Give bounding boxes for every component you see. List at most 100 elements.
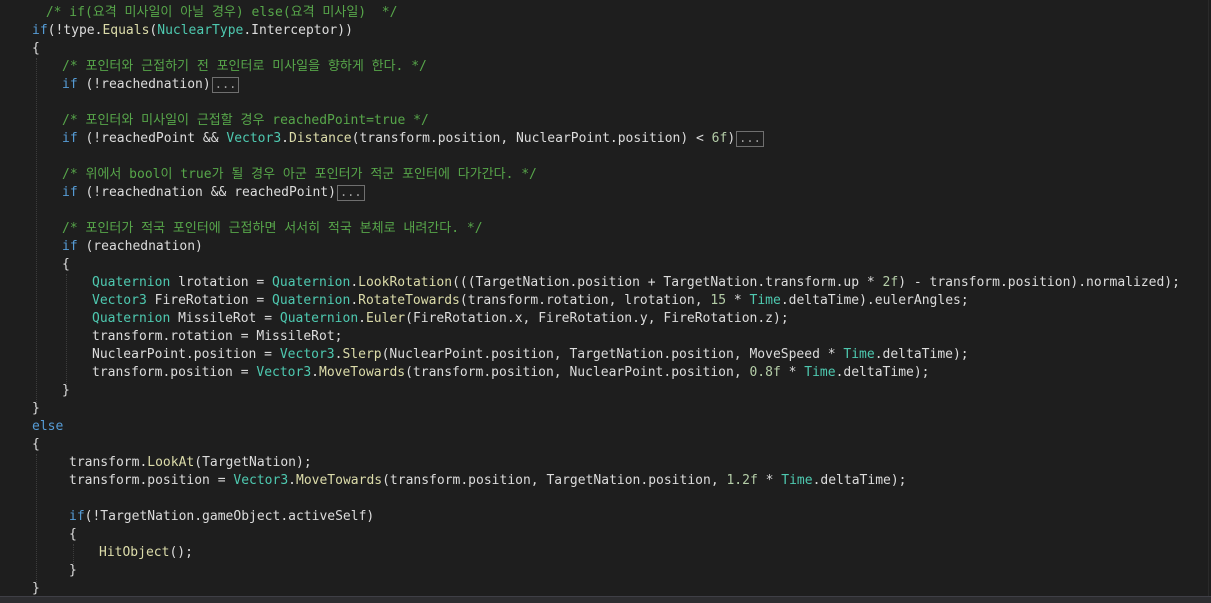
code-line[interactable]: } <box>69 562 77 580</box>
code-token: (reachednation) <box>77 239 203 254</box>
code-token: .deltaTime); <box>874 347 969 362</box>
code-token: Euler <box>365 311 406 326</box>
code-token: Distance <box>289 131 352 146</box>
code-token: /* 포인터가 적국 포인터에 근접하면 서서히 적국 본체로 내려간다. */ <box>62 221 483 236</box>
code-token: (!type. <box>47 23 103 38</box>
code-line[interactable]: transform.position = Vector3.MoveTowards… <box>92 364 930 382</box>
code-line[interactable]: /* 포인터가 적국 포인터에 근접하면 서서히 적국 본체로 내려간다. */ <box>62 220 483 238</box>
code-token: /* if(요격 미사일이 아닐 경우) else(요격 미사일) */ <box>38 5 398 20</box>
code-token: (transform.rotation, <box>459 293 625 308</box>
code-token: .deltaTime); <box>835 365 930 380</box>
code-token: . <box>350 275 359 290</box>
code-line[interactable]: /* 포인터와 미사일이 근접할 경우 reachedPoint=true */ <box>62 112 429 130</box>
code-token: Vector3 <box>279 347 335 362</box>
code-token: } <box>69 563 77 578</box>
code-line[interactable]: if (!reachednation && reachedPoint)... <box>62 184 365 202</box>
code-line[interactable]: } <box>62 382 70 400</box>
code-token: = <box>256 311 280 326</box>
code-token: /* 위에서 bool이 true가 될 경우 아군 포인터가 적군 포인터에 … <box>62 167 537 182</box>
code-line[interactable]: if (!reachedPoint && Vector3.Distance(tr… <box>62 130 764 148</box>
code-token: 15 <box>710 293 727 308</box>
code-line[interactable]: HitObject(); <box>99 544 193 562</box>
code-token: Vector3 <box>92 293 147 308</box>
code-token: { <box>69 527 77 542</box>
code-token: = <box>248 293 273 308</box>
code-token: /* 포인터와 미사일이 근접할 경우 reachedPoint=true */ <box>62 113 429 128</box>
code-token: RotateTowards <box>358 293 460 308</box>
code-token: Quaternion <box>272 293 351 308</box>
code-token: (transform.position, NuclearPoint.positi… <box>351 131 712 146</box>
code-token: Time <box>843 347 875 362</box>
collapsed-region-button[interactable]: ... <box>736 130 764 147</box>
code-line[interactable]: Vector3 FireRotation = Quaternion.Rotate… <box>92 292 969 310</box>
code-token: 1.2f <box>726 473 758 488</box>
code-token: { <box>32 437 40 452</box>
code-line[interactable]: /* 위에서 bool이 true가 될 경우 아군 포인터가 적군 포인터에 … <box>62 166 537 184</box>
code-token: MissileRot <box>256 329 335 344</box>
code-line[interactable]: { <box>32 436 40 454</box>
code-line[interactable]: } <box>32 580 40 596</box>
code-token: 2f <box>882 275 899 290</box>
code-token: } <box>32 581 40 596</box>
code-line[interactable]: if (!reachednation)... <box>62 76 240 94</box>
code-line[interactable]: /* 포인터와 근접하기 전 포인터로 미사일을 향하게 한다. */ <box>62 58 427 76</box>
code-token: NuclearPoint.position = <box>92 347 280 362</box>
code-token: NuclearType <box>157 23 244 38</box>
code-line[interactable]: if (reachednation) <box>62 238 203 256</box>
code-line[interactable]: { <box>32 40 40 58</box>
code-token: (!reachednation) <box>77 77 211 92</box>
collapsed-region-button[interactable]: ... <box>211 76 240 93</box>
code-token: FireRotation <box>154 293 249 308</box>
code-token: Vector3 <box>226 131 282 146</box>
code-token: if <box>62 77 78 92</box>
code-token: (TargetNation); <box>194 455 312 470</box>
indent-guide <box>36 58 37 406</box>
code-token: transform.rotation = <box>92 329 257 344</box>
code-line[interactable]: } <box>32 400 40 418</box>
code-line[interactable]: transform.position = Vector3.MoveTowards… <box>69 472 907 490</box>
code-token: FireRotation <box>663 311 758 326</box>
code-token: * <box>780 365 805 380</box>
code-token: lrotation <box>178 275 249 290</box>
code-token: (!TargetNation.gameObject.activeSelf) <box>84 509 375 524</box>
code-token: Equals <box>102 23 150 38</box>
code-token: else <box>32 419 64 434</box>
code-token: . <box>288 473 296 488</box>
code-token: ) <box>727 131 736 146</box>
code-line[interactable]: if(!TargetNation.gameObject.activeSelf) <box>69 508 374 526</box>
code-line[interactable]: if(!type.Equals(NuclearType.Interceptor)… <box>32 22 353 40</box>
code-token: { <box>32 41 40 56</box>
code-editor[interactable]: /* if(요격 미사일이 아닐 경우) else(요격 미사일) */if(!… <box>0 0 1211 596</box>
code-token: transform.position = <box>69 473 234 488</box>
code-token: (); <box>169 545 193 560</box>
code-token: LookRotation <box>358 275 453 290</box>
code-token: ( <box>405 311 413 326</box>
code-token: .z); <box>757 311 789 326</box>
code-line[interactable]: transform.LookAt(TargetNation); <box>69 454 312 472</box>
indent-guide <box>66 274 67 388</box>
code-line[interactable]: /* if(요격 미사일이 아닐 경우) else(요격 미사일) */ <box>38 4 398 22</box>
code-line[interactable]: else <box>32 418 63 436</box>
code-token: Slerp <box>342 347 382 362</box>
code-token: 6f <box>711 131 728 146</box>
code-line[interactable]: { <box>62 256 70 274</box>
code-token: if <box>62 239 78 254</box>
code-token: (((TargetNation.position + TargetNation.… <box>452 275 883 290</box>
code-token: .Interceptor)) <box>243 23 353 38</box>
code-token: = <box>248 275 273 290</box>
code-line[interactable]: NuclearPoint.position = Vector3.Slerp(Nu… <box>92 346 969 364</box>
code-token: (!reachedPoint && <box>77 131 227 146</box>
code-token: .deltaTime); <box>812 473 907 488</box>
code-token: . <box>281 131 289 146</box>
code-token: MissileRot <box>178 311 257 326</box>
code-line[interactable]: { <box>69 526 77 544</box>
collapsed-region-button[interactable]: ... <box>336 184 365 201</box>
code-token: LookAt <box>147 455 195 470</box>
code-token: * <box>757 473 782 488</box>
code-line[interactable]: Quaternion lrotation = Quaternion.LookRo… <box>92 274 1180 292</box>
code-line[interactable]: Quaternion MissileRot = Quaternion.Euler… <box>92 310 789 328</box>
code-line[interactable]: transform.rotation = MissileRot; <box>92 328 342 346</box>
code-token: (NuclearPoint.position, TargetNation.pos… <box>381 347 844 362</box>
